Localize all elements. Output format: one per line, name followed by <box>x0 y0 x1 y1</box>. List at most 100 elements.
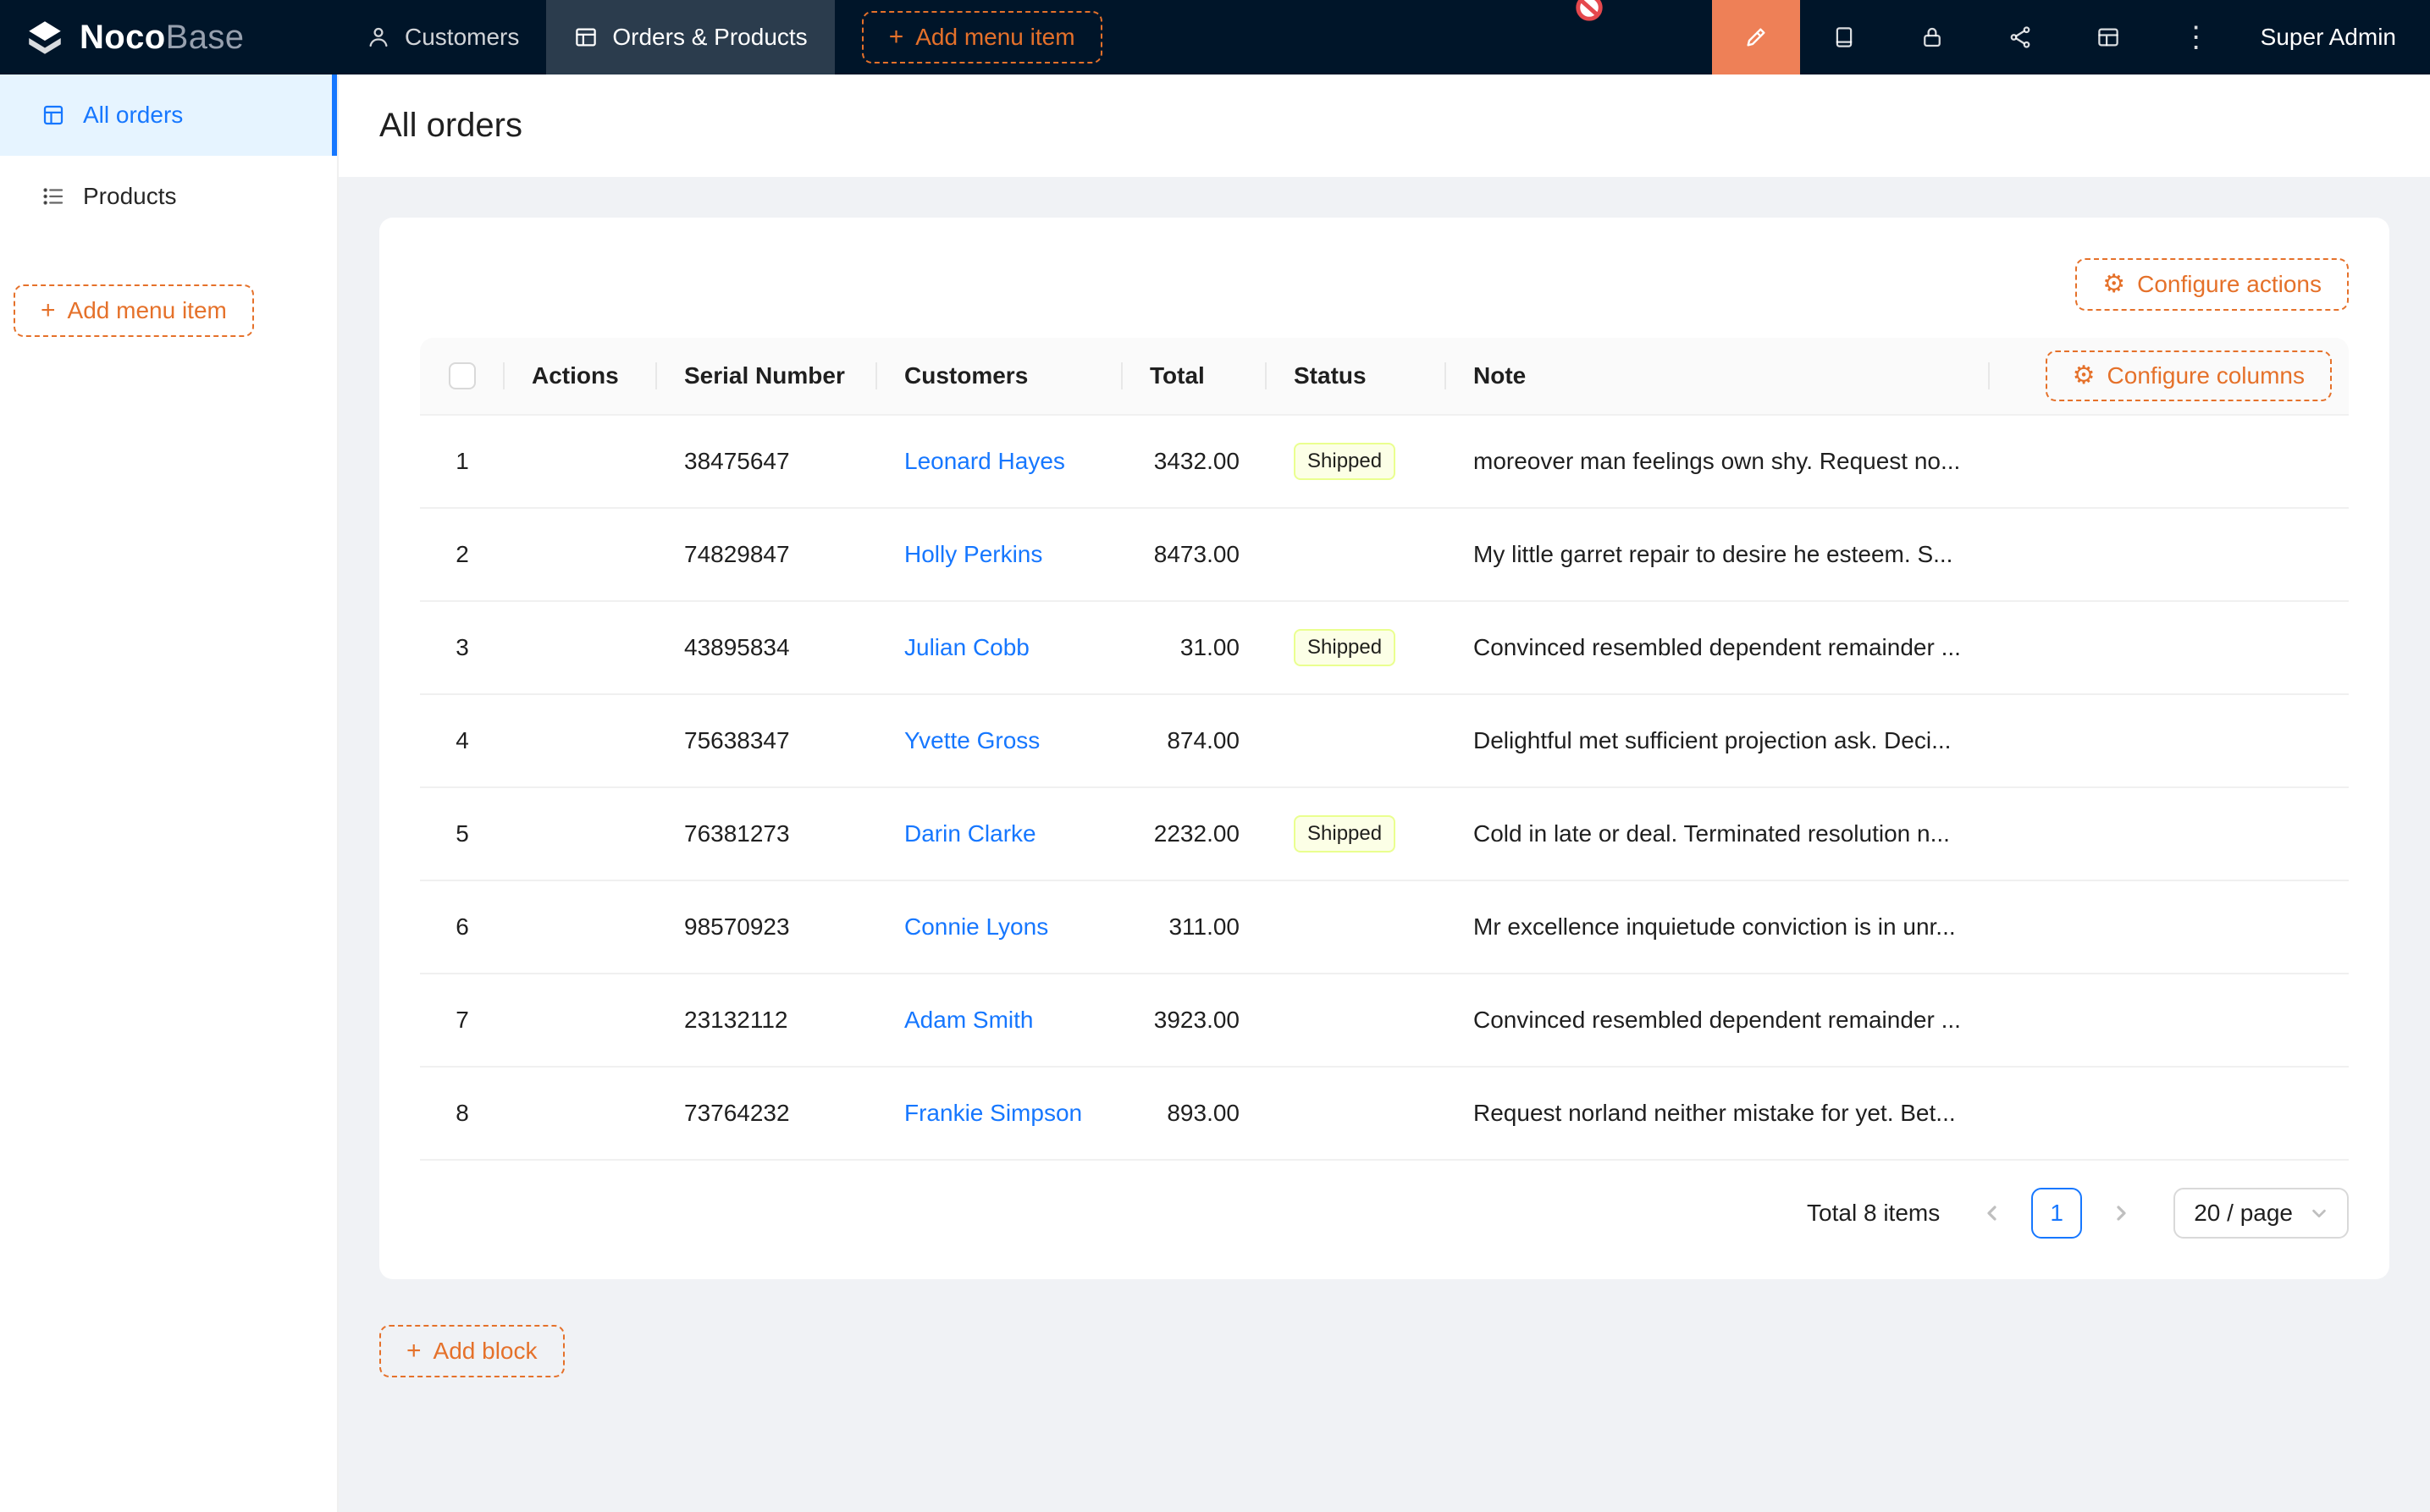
customer-link[interactable]: Leonard Hayes <box>904 448 1065 474</box>
nocobase-logo[interactable]: NocoBase <box>0 0 339 74</box>
page-size-value: 20 / page <box>2194 1200 2293 1227</box>
customer-link[interactable]: Connie Lyons <box>904 913 1048 940</box>
document-button[interactable] <box>1800 0 1888 74</box>
column-header-serial-number: Serial Number <box>657 362 877 389</box>
tab-customers[interactable]: Customers <box>339 0 546 74</box>
table-row: 5 76381273 Darin Clarke 2232.00 Shipped … <box>420 788 2349 881</box>
row-index: 1 <box>420 448 505 475</box>
pagination-next-button[interactable] <box>2096 1188 2146 1239</box>
more-dots-icon: ⋮ <box>2182 20 2211 54</box>
page-size-select[interactable]: 20 / page <box>2173 1188 2349 1239</box>
highlighter-pen-icon <box>1742 24 1770 51</box>
configure-columns-button[interactable]: ⚙ Configure columns <box>2046 350 2332 401</box>
table-row: 3 43895834 Julian Cobb 31.00 Shipped Con… <box>420 602 2349 695</box>
table-header: Actions Serial Number Customers Total St… <box>420 338 2349 416</box>
row-index: 7 <box>420 1007 505 1034</box>
column-header-note: Note <box>1446 362 1990 389</box>
lock-icon <box>1919 25 1945 50</box>
user-name: Super Admin <box>2261 24 2396 51</box>
page-content: ⚙ Configure actions Actions Serial Numbe… <box>339 177 2430 1512</box>
header-add-menu-item-button[interactable]: + Add menu item <box>862 11 1102 63</box>
orders-table: Actions Serial Number Customers Total St… <box>420 338 2349 1161</box>
body-row: All orders Products + Add menu item All … <box>0 74 2430 1512</box>
tab-orders-products[interactable]: Orders & Products <box>546 0 834 74</box>
total-cell: 31.00 <box>1123 634 1267 661</box>
note-cell: Convinced resembled dependent remainder … <box>1446 1007 1990 1034</box>
sidebar-item-products[interactable]: Products <box>0 156 337 237</box>
table-row: 7 23132112 Adam Smith 3923.00 Convinced … <box>420 974 2349 1068</box>
logo-text: NocoBase <box>80 19 244 57</box>
plus-icon: + <box>41 298 56 323</box>
api-button[interactable] <box>1976 0 2064 74</box>
total-cell: 8473.00 <box>1123 541 1267 568</box>
app-root: NocoBase Customers Orders & Products + A… <box>0 0 2430 1512</box>
users-icon <box>366 25 391 50</box>
more-button[interactable]: ⋮ <box>2152 0 2240 74</box>
customer-link[interactable]: Yvette Gross <box>904 727 1040 753</box>
row-index: 3 <box>420 634 505 661</box>
main-area: All orders ⚙ Configure actions <box>339 74 2430 1512</box>
row-index: 6 <box>420 913 505 941</box>
table-row: 1 38475647 Leonard Hayes 3432.00 Shipped… <box>420 416 2349 509</box>
serial-number-cell: 43895834 <box>657 634 877 661</box>
share-nodes-icon <box>2008 25 2033 50</box>
orders-table-block: ⚙ Configure actions Actions Serial Numbe… <box>379 218 2389 1279</box>
serial-number-cell: 73764232 <box>657 1100 877 1127</box>
total-cell: 3432.00 <box>1123 448 1267 475</box>
table-row: 4 75638347 Yvette Gross 874.00 Delightfu… <box>420 695 2349 788</box>
sidebar-item-label: Products <box>83 183 177 210</box>
tab-customers-label: Customers <box>405 24 519 51</box>
total-cell: 874.00 <box>1123 727 1267 754</box>
nocobase-logo-icon <box>24 16 66 58</box>
pagination-total: Total 8 items <box>1807 1200 1940 1227</box>
column-header-total: Total <box>1123 362 1267 389</box>
table-icon <box>573 25 599 50</box>
column-header-actions: Actions <box>505 362 657 389</box>
add-block-button[interactable]: + Add block <box>379 1325 565 1377</box>
ui-editor-button[interactable] <box>1712 0 1800 74</box>
chevron-right-icon <box>2112 1205 2129 1222</box>
note-cell: Cold in late or deal. Terminated resolut… <box>1446 820 1990 847</box>
serial-number-cell: 75638347 <box>657 727 877 754</box>
layout-button[interactable] <box>2064 0 2152 74</box>
total-cell: 311.00 <box>1123 913 1267 941</box>
customer-link[interactable]: Holly Perkins <box>904 541 1042 567</box>
pagination-prev-button[interactable] <box>1967 1188 2018 1239</box>
topbar-spacer <box>1102 0 1712 74</box>
security-button[interactable] <box>1888 0 1976 74</box>
sidebar: All orders Products + Add menu item <box>0 74 339 1512</box>
select-all-checkbox[interactable] <box>449 362 476 389</box>
sidebar-item-all-orders[interactable]: All orders <box>0 74 337 156</box>
row-index: 5 <box>420 820 505 847</box>
total-cell: 893.00 <box>1123 1100 1267 1127</box>
customer-link[interactable]: Frankie Simpson <box>904 1100 1082 1126</box>
chevron-left-icon <box>1984 1205 2001 1222</box>
customer-link[interactable]: Adam Smith <box>904 1007 1034 1033</box>
user-menu[interactable]: Super Admin <box>2240 0 2430 74</box>
pagination-page-1[interactable]: 1 <box>2031 1188 2082 1239</box>
total-cell: 2232.00 <box>1123 820 1267 847</box>
serial-number-cell: 38475647 <box>657 448 877 475</box>
table-body: 1 38475647 Leonard Hayes 3432.00 Shipped… <box>420 416 2349 1161</box>
serial-number-cell: 76381273 <box>657 820 877 847</box>
column-header-status: Status <box>1267 362 1446 389</box>
configure-actions-button[interactable]: ⚙ Configure actions <box>2075 258 2349 311</box>
plus-icon: + <box>889 25 904 50</box>
gear-icon: ⚙ <box>2073 363 2096 389</box>
form-icon <box>41 102 66 128</box>
status-tag: Shipped <box>1294 443 1395 480</box>
note-cell: moreover man feelings own shy. Request n… <box>1446 448 1990 475</box>
row-index: 2 <box>420 541 505 568</box>
plus-icon: + <box>406 1338 422 1364</box>
serial-number-cell: 23132112 <box>657 1007 877 1034</box>
customer-link[interactable]: Julian Cobb <box>904 634 1030 660</box>
table-row: 2 74829847 Holly Perkins 8473.00 My litt… <box>420 509 2349 602</box>
sidebar-add-menu-item-button[interactable]: + Add menu item <box>14 284 254 337</box>
customer-link[interactable]: Darin Clarke <box>904 820 1036 847</box>
status-tag: Shipped <box>1294 629 1395 666</box>
document-icon <box>1831 25 1857 50</box>
top-navigation-bar: NocoBase Customers Orders & Products + A… <box>0 0 2430 74</box>
column-header-customers: Customers <box>877 362 1123 389</box>
layout-icon <box>2096 25 2121 50</box>
add-block-area: + Add block <box>379 1325 2389 1377</box>
